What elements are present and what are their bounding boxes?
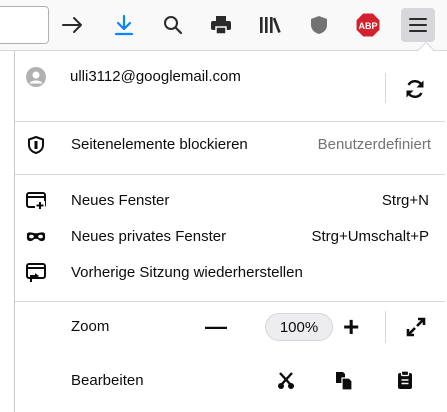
print-button[interactable] [204,8,238,42]
adblock-plus-button[interactable]: ABP [351,8,385,42]
private-window-label: Neues privates Fenster [71,228,227,245]
edit-label: Bearbeiten [71,372,144,389]
app-menu-panel: ulli3112@googlemail.com Seitenelemente b… [14,42,445,412]
search-icon [164,16,183,35]
new-window-label: Neues Fenster [71,192,170,209]
separator [15,121,445,122]
forward-button[interactable] [56,8,90,42]
browser-toolbar: ABP [0,0,447,51]
sync-button[interactable] [404,78,428,102]
tracking-shield-button[interactable] [302,8,336,42]
sync-icon [406,80,424,98]
copy-button[interactable] [335,371,355,391]
cut-button[interactable] [277,372,297,392]
print-icon [211,16,231,35]
restore-session-label: Vorherige Sitzung wiederherstellen [71,264,303,281]
panel-arrow [417,42,435,51]
private-window-shortcut: Strg+Umschalt+P [311,228,429,245]
zoom-in-button[interactable]: + [343,311,359,343]
adblock-icon: ABP [355,12,381,38]
downloads-button[interactable] [107,8,141,42]
account-email: ulli3112@googlemail.com [70,68,241,85]
content-blocking-value: Benutzerdefiniert [317,136,431,153]
avatar-icon [26,67,46,87]
shield-icon [311,16,327,34]
zoom-label: Zoom [71,318,110,335]
search-button[interactable] [156,8,190,42]
forward-arrow-icon [62,17,82,33]
separator [15,174,445,175]
account-divider [385,73,386,103]
paste-button[interactable] [397,370,417,392]
clipboard-icon [398,370,412,389]
open-menu-button[interactable] [401,8,435,42]
separator [15,301,445,302]
library-button[interactable] [253,8,287,42]
private-browsing-mask-icon [26,227,46,247]
zoom-out-button[interactable]: — [205,314,227,340]
fullscreen-button[interactable] [406,317,428,339]
url-bar[interactable] [0,6,49,44]
content-blocking-label: Seitenelemente blockieren [71,136,248,153]
new-window-icon [26,191,46,211]
download-icon [114,14,134,36]
scissors-icon [278,372,294,389]
new-window-shortcut: Strg+N [381,192,429,209]
restore-session-icon [26,263,46,283]
zoom-reset-button[interactable]: 100% [265,313,333,341]
zoom-value: 100% [279,318,319,336]
fullscreen-icon [406,317,426,337]
svg-text:ABP: ABP [358,21,377,31]
copy-icon [336,372,353,391]
shield-outline-icon [26,135,46,155]
library-icon [260,17,281,33]
hamburger-menu-icon [409,18,427,32]
zoom-divider [385,311,386,343]
